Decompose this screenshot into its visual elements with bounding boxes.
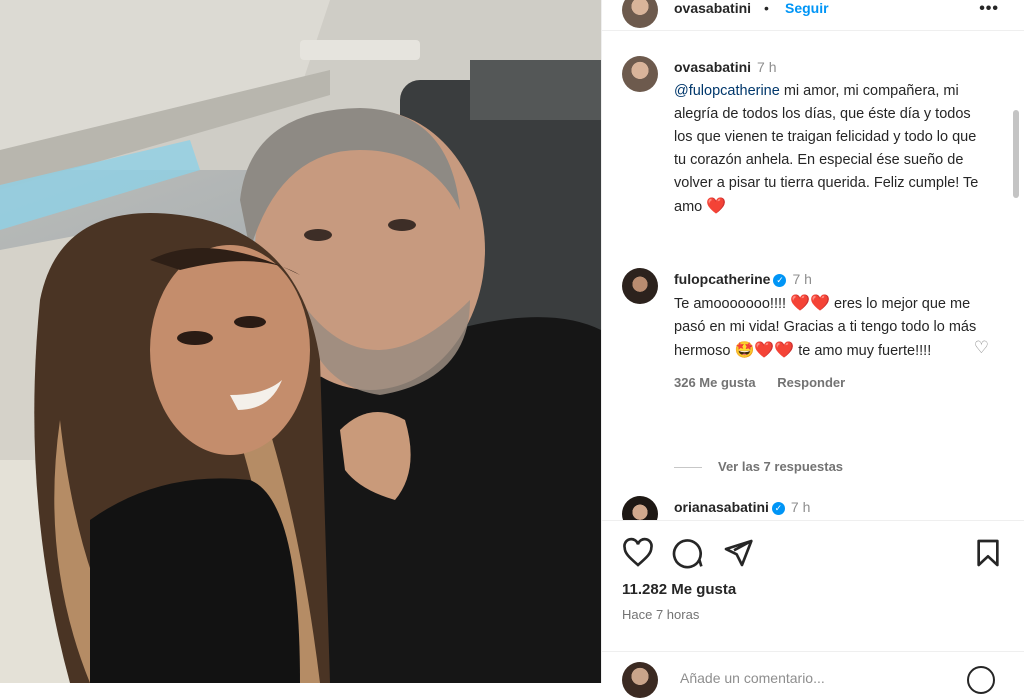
comment-username[interactable]: fulopcatherine	[674, 271, 770, 287]
comment-time: 7 h	[757, 59, 777, 75]
more-options-icon[interactable]: •••	[979, 0, 999, 18]
verified-icon: ✓	[773, 274, 787, 287]
add-comment-bar: Añade un comentario...	[602, 651, 1024, 698]
comment-item: orianasabatini ✓ 7 h	[622, 496, 992, 520]
post-photo[interactable]	[0, 0, 601, 683]
verified-icon: ✓	[771, 502, 785, 515]
scrollbar-thumb[interactable]	[1013, 110, 1019, 198]
post-actions: 11.282 Me gusta Hace 7 horas Añade un co…	[602, 520, 1024, 698]
comment-icon[interactable]	[672, 537, 704, 569]
heart-emoji: ❤️❤️	[790, 295, 830, 312]
commenter-avatar[interactable]	[622, 496, 658, 520]
caption-comment: ovasabatini 7 h @fulopcatherine mi amor, …	[622, 56, 992, 219]
viewer-avatar	[622, 662, 658, 698]
heart-icon[interactable]	[622, 537, 654, 569]
heart-emoji: ❤️	[706, 198, 727, 215]
comment-like-icon[interactable]: ♡	[974, 338, 989, 358]
caption-text: mi amor, mi compañera, mi alegría de tod…	[674, 83, 979, 215]
author-username[interactable]: ovasabatini	[674, 0, 751, 16]
comment-time: 7 h	[790, 499, 811, 515]
post-header: ovasabatini • Seguir •••	[602, 0, 1024, 31]
mention-link[interactable]: @fulopcatherine	[674, 83, 780, 99]
comment-text: Te amooooooo!!!!	[674, 296, 791, 312]
bookmark-icon[interactable]	[972, 537, 1004, 569]
comment-time: 7 h	[792, 271, 812, 287]
post-side-panel: ovasabatini • Seguir ••• ovasabatini 7 h …	[601, 0, 1024, 698]
comment-username[interactable]: orianasabatini	[674, 499, 769, 515]
comment-username[interactable]: ovasabatini	[674, 59, 751, 75]
follow-button[interactable]: Seguir	[785, 0, 829, 16]
comment-meta: 326 Me gusta Responder	[674, 371, 992, 394]
comments-list[interactable]: ovasabatini 7 h @fulopcatherine mi amor, …	[602, 44, 1024, 520]
reply-button[interactable]: Responder	[777, 375, 845, 390]
comment-item: fulopcatherine ✓ 7 h Te amooooooo!!!! ❤️❤️…	[622, 268, 992, 394]
post-time: Hace 7 horas	[622, 607, 700, 622]
like-count[interactable]: 11.282 Me gusta	[622, 581, 736, 598]
commenter-avatar[interactable]	[622, 268, 658, 304]
view-replies-button[interactable]: Ver las 7 respuestas	[674, 459, 843, 474]
share-icon[interactable]	[722, 537, 754, 569]
add-comment-input[interactable]: Añade un comentario...	[680, 670, 825, 686]
author-avatar[interactable]	[622, 56, 658, 92]
comment-text: te amo muy fuerte!!!!	[794, 343, 932, 359]
comment-likes[interactable]: 326 Me gusta	[674, 375, 756, 390]
author-avatar[interactable]	[622, 0, 658, 28]
emoji-group: 🤩❤️❤️	[734, 342, 795, 359]
photo-illustration	[0, 0, 601, 683]
separator-dot: •	[764, 0, 769, 16]
emoji-icon[interactable]	[967, 666, 995, 694]
